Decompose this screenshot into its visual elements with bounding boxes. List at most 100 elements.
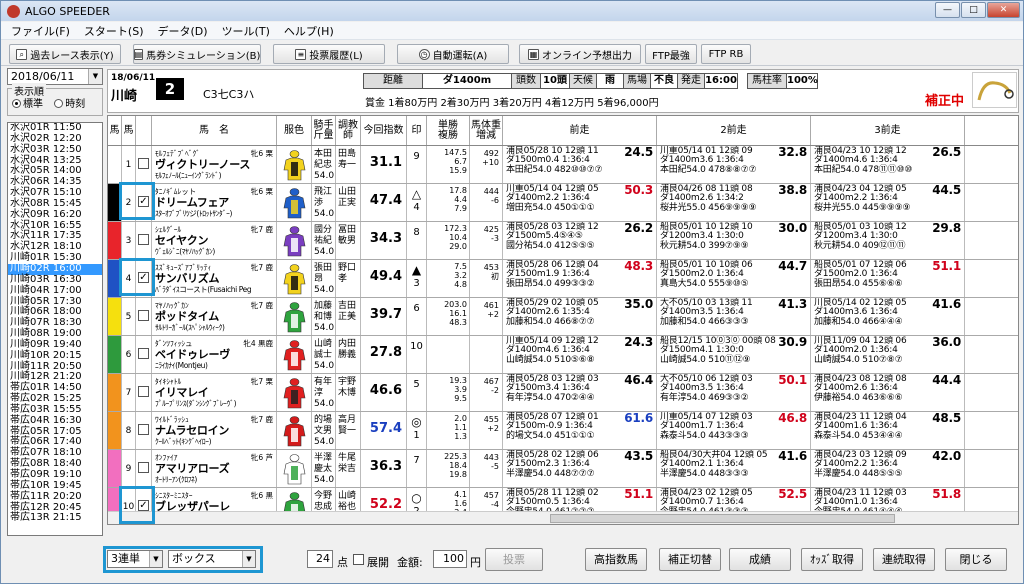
select-checkbox[interactable] (138, 462, 149, 473)
close-button[interactable]: 閉じる (945, 548, 1007, 571)
col-index[interactable]: 今回指数 (361, 116, 407, 145)
select-checkbox[interactable] (138, 234, 149, 245)
select-checkbox[interactable] (138, 348, 149, 359)
col-jockey[interactable]: 騎手 斤量 (312, 116, 336, 145)
race-list-item[interactable]: 帯広11R 20:20 (8, 491, 102, 503)
col-umaban[interactable]: 馬 (122, 116, 136, 145)
p2-race-cell[interactable]: 50.1 大不05/10 06 12頭 03 ダ1400m3.5 1:36:4 … (657, 374, 811, 411)
horse-name-cell[interactable]: ﾀﾞﾝﾂﾌｨｯｼュ 牝4 黒鹿 ベイドゥレーヴ ﾆﾗｲｶﾅｲ(Montjeu) (152, 336, 277, 373)
results-button[interactable]: 成績 (729, 548, 791, 571)
horse-name-cell[interactable]: ｽｽﾞｷｭｰｽﾞｱﾌﾞﾘｯﾃｨ 牝7 鹿 サンバリズム ﾊﾞﾗﾀﾞｲｽコースト(F… (152, 260, 277, 297)
horizontal-scrollbar[interactable] (108, 511, 1018, 524)
horse-name-cell[interactable]: ｼｪﾙｸﾞｰﾙ 牝7 鹿 セイヤクン ｳﾞｪﾙｼﾞﾆ(ﾏﾔﾉﾊｯｸﾞｶﾝ) (152, 222, 277, 259)
horse-name-cell[interactable]: ｵﾝﾌｧｲｱ 牝6 芦 アマリアローズ ｵｰﾄﾘｰｱﾝ(ｸﾛﾌﾈ) (152, 450, 277, 487)
race-list-item[interactable]: 帯広04R 16:30 (8, 415, 102, 427)
p1-race-cell[interactable]: 61.6 浦良05/28 07 12頭 01 ダ1500m-0.9 1:36:4… (503, 412, 657, 449)
mark-cell[interactable]: △ 4 (407, 184, 427, 221)
horse-name-cell[interactable]: ﾀﾆﾉｷﾞﾑﾚット 牝6 栗 ドリームフェア ｽﾀｰｵﾌﾞﾌﾞﾘﾂジ(ﾄﾛｯﾄｻﾝ… (152, 184, 277, 221)
p3-race-cell[interactable]: 36.0 川良11/09 04 12頭 06 ダ1400m2.0 1:36:4 … (811, 336, 965, 373)
horse-name-cell[interactable]: ﾜｲﾙﾄﾞﾗｯｼｭ 牝7 鹿 ナムラセロイン ｸｰﾙﾍﾞｯﾄ(ｷﾝｸﾞﾍｲﾛｰ) (152, 412, 277, 449)
vote-button[interactable]: 投票 (485, 548, 543, 571)
mark-cell[interactable]: 8 (407, 222, 427, 259)
p3-race-cell[interactable]: 48.5 浦良04/23 11 12頭 04 ダ1400m1.6 1:36:4 … (811, 412, 965, 449)
col-prev3[interactable]: 3前走 (811, 116, 965, 145)
p1-race-cell[interactable]: 46.4 浦良05/28 03 12頭 03 ダ1500m3.4 1:36:4 … (503, 374, 657, 411)
high-index-button[interactable]: 高指数馬 (585, 548, 647, 571)
p2-race-cell[interactable]: 30.0 船良05/01 10 12頭 10 ダ1200m3.4 1:30:0 … (657, 222, 811, 259)
col-mark[interactable]: 印 (407, 116, 427, 145)
p1-race-cell[interactable]: 48.3 浦良05/28 06 12頭 04 ダ1500m1.9 1:36:4 … (503, 260, 657, 297)
mark-cell[interactable]: 10 (407, 336, 427, 373)
p2-race-cell[interactable]: 44.7 船良05/01 10 10頭 06 ダ1500m2.0 1:36:4 … (657, 260, 811, 297)
table-row[interactable]: 1 ﾓﾙﾌｪﾃﾞﾌﾞﾍﾞｸﾞ 牝6 栗 ヴィクトリーノース ﾓﾙﾌｪﾉｰﾙ(ﾆｭｰ… (108, 146, 1018, 184)
p2-race-cell[interactable]: 41.3 大不05/10 03 13頭 11 ダ1400m3.5 1:36:4 … (657, 298, 811, 335)
close-window-button[interactable]: ✕ (987, 2, 1020, 18)
menu-tools[interactable]: ツール(T) (215, 23, 277, 39)
p1-race-cell[interactable]: 35.0 浦良05/29 02 10頭 05 ダ1400m2.6 1:35:4 … (503, 298, 657, 335)
sort-time-radio[interactable] (54, 99, 64, 108)
table-row[interactable]: 5 ﾏﾔﾉﾊｯｸﾞｶﾝ 牝7 鹿 ポッドタイム ｻﾙﾄﾘｰｶﾞｰﾙ(ｽﾍﾟｼｬﾙｳ… (108, 298, 1018, 336)
p2-race-cell[interactable]: 46.8 川重05/14 07 12頭 03 ダ1400m1.7 1:36:4 … (657, 412, 811, 449)
p1-race-cell[interactable]: 43.5 浦良05/28 02 12頭 06 ダ1500m2.3 1:36:4 … (503, 450, 657, 487)
mark-cell[interactable]: 6 (407, 298, 427, 335)
select-checkbox[interactable] (138, 386, 149, 397)
ftp-rb-button[interactable]: FTP RB (701, 44, 751, 64)
toggle-correction-button[interactable]: 補正切替 (659, 548, 721, 571)
p3-race-cell[interactable]: 42.0 浦良04/23 03 12頭 09 ダ1400m2.2 1:36:4 … (811, 450, 965, 487)
table-row[interactable]: 7 ﾀｲｷｼｬﾄﾙ 牝7 栗 イリマレイ ﾌﾟﾙｰﾌﾟﾘﾝｽ(ﾀﾞﾝｼﾝｸﾞﾌﾞﾚ… (108, 374, 1018, 412)
table-row[interactable]: 6 ﾀﾞﾝﾂﾌｨｯｼュ 牝4 黒鹿 ベイドゥレーヴ ﾆﾗｲｶﾅｲ(Montjeu)… (108, 336, 1018, 374)
col-silks[interactable]: 服色 (277, 116, 312, 145)
scrollbar-thumb[interactable] (550, 514, 895, 523)
maximize-button[interactable]: □ (961, 2, 986, 18)
horse-name-cell[interactable]: ﾀｲｷｼｬﾄﾙ 牝7 栗 イリマレイ ﾌﾟﾙｰﾌﾟﾘﾝｽ(ﾀﾞﾝｼﾝｸﾞﾌﾞﾚｰｳ… (152, 374, 277, 411)
menu-help[interactable]: ヘルプ(H) (277, 23, 341, 39)
sort-standard-radio[interactable] (12, 99, 21, 108)
get-odds-button[interactable]: ｵｯｽﾞ取得 (801, 548, 863, 571)
horse-name-cell[interactable]: ﾓﾙﾌｪﾃﾞﾌﾞﾍﾞｸﾞ 牝6 栗 ヴィクトリーノース ﾓﾙﾌｪﾉｰﾙ(ﾆｭｰｲﾝ… (152, 146, 277, 183)
p2-race-cell[interactable]: 30.9 船良12/15 10⓪3⓪ 00頭 08 ダ1500m4.1 1:30… (657, 336, 811, 373)
p3-race-cell[interactable]: 44.4 浦良04/23 08 12頭 08 ダ1400m2.6 1:36:4 … (811, 374, 965, 411)
amount-input[interactable]: 100 (433, 550, 467, 568)
select-checkbox[interactable] (138, 424, 149, 435)
auto-run-button[interactable]: ◷ 自動運転(A) (397, 44, 509, 64)
consecutive-get-button[interactable]: 連続取得 (873, 548, 935, 571)
col-horse-name[interactable]: 馬 名 (152, 116, 277, 145)
online-output-button[interactable]: ▦ オンライン予想出力 (519, 44, 641, 64)
race-list-item[interactable]: 水沢03R 12:50 (8, 144, 102, 156)
race-list[interactable]: 水沢01R 11:50 水沢02R 12:20 水沢03R 12:50 水沢04R 1… (7, 122, 103, 536)
col-waku[interactable]: 馬 (108, 116, 122, 145)
col-weight[interactable]: 馬体重 増減 (470, 116, 503, 145)
table-row[interactable]: 4 ✓ ｽｽﾞｷｭｰｽﾞｱﾌﾞﾘｯﾃｨ 牝7 鹿 サンバリズム ﾊﾞﾗﾀﾞｲｽコー… (108, 260, 1018, 298)
table-row[interactable]: 9 ｵﾝﾌｧｲｱ 牝6 芦 アマリアローズ ｵｰﾄﾘｰｱﾝ(ｸﾛﾌﾈ) 半澤 慶太… (108, 450, 1018, 488)
p1-race-cell[interactable]: 24.3 川重05/14 09 12頭 12 ダ1400m4.6 1:36:4 … (503, 336, 657, 373)
select-checkbox[interactable] (138, 310, 149, 321)
col-odds[interactable]: 単勝 複勝 (427, 116, 470, 145)
p1-race-cell[interactable]: 26.2 浦良05/28 03 12頭 12 ダ1500m5.4⑤④⑤ 國分祐5… (503, 222, 657, 259)
p3-race-cell[interactable]: 51.1 船良05/01 07 12頭 06 ダ1500m2.0 1:36:4 … (811, 260, 965, 297)
menu-start[interactable]: スタート(S) (77, 23, 151, 39)
mark-cell[interactable]: ▲ 3 (407, 260, 427, 297)
table-row[interactable]: 2 ✓ ﾀﾆﾉｷﾞﾑﾚット 牝6 栗 ドリームフェア ｽﾀｰｵﾌﾞﾌﾞﾘﾂジ(ﾄﾛ… (108, 184, 1018, 222)
p1-race-cell[interactable]: 50.3 川重05/14 04 12頭 05 ダ1400m2.2 1:36:4 … (503, 184, 657, 221)
expand-checkbox[interactable] (353, 554, 364, 565)
p3-race-cell[interactable]: 26.5 浦良04/23 10 12頭 12 ダ1400m4.6 1:36:4 … (811, 146, 965, 183)
p2-race-cell[interactable]: 32.8 川重05/14 01 12頭 09 ダ1400m3.6 1:36:4 … (657, 146, 811, 183)
menu-data[interactable]: データ(D) (151, 23, 215, 39)
race-list-item[interactable]: 川崎10R 20:15 (8, 350, 102, 362)
chevron-down-icon[interactable]: ▼ (88, 69, 102, 84)
p2-race-cell[interactable]: 38.8 浦良04/26 08 11頭 08 ダ1400m2.6 1:34:2 … (657, 184, 811, 221)
p3-race-cell[interactable]: 41.6 川良05/14 02 12頭 05 ダ1400m3.6 1:36:4 … (811, 298, 965, 335)
mark-cell[interactable]: 9 (407, 146, 427, 183)
select-checkbox[interactable] (138, 158, 149, 169)
mark-cell[interactable]: 5 (407, 374, 427, 411)
p2-race-cell[interactable]: 41.6 船良04/30大井04 12頭 05 ダ1400m2.1 1:36:4… (657, 450, 811, 487)
vote-history-button[interactable]: ≡ 投票履歴(L) (273, 44, 385, 64)
horse-name-cell[interactable]: ﾏﾔﾉﾊｯｸﾞｶﾝ 牝7 鹿 ポッドタイム ｻﾙﾄﾘｰｶﾞｰﾙ(ｽﾍﾟｼｬﾙｳｨｰ… (152, 298, 277, 335)
ftp-best-button[interactable]: FTP最強 (645, 44, 697, 64)
p1-race-cell[interactable]: 24.5 浦良05/28 10 12頭 11 ダ1500m0.4 1:36:4 … (503, 146, 657, 183)
mark-cell[interactable]: ◎ 1 (407, 412, 427, 449)
mark-cell[interactable]: 7 (407, 450, 427, 487)
col-trainer[interactable]: 調教 師 (336, 116, 361, 145)
p3-race-cell[interactable]: 44.5 浦良04/23 04 12頭 05 ダ1400m2.2 1:36:4 … (811, 184, 965, 221)
race-list-item[interactable]: 水沢09R 16:20 (8, 209, 102, 221)
